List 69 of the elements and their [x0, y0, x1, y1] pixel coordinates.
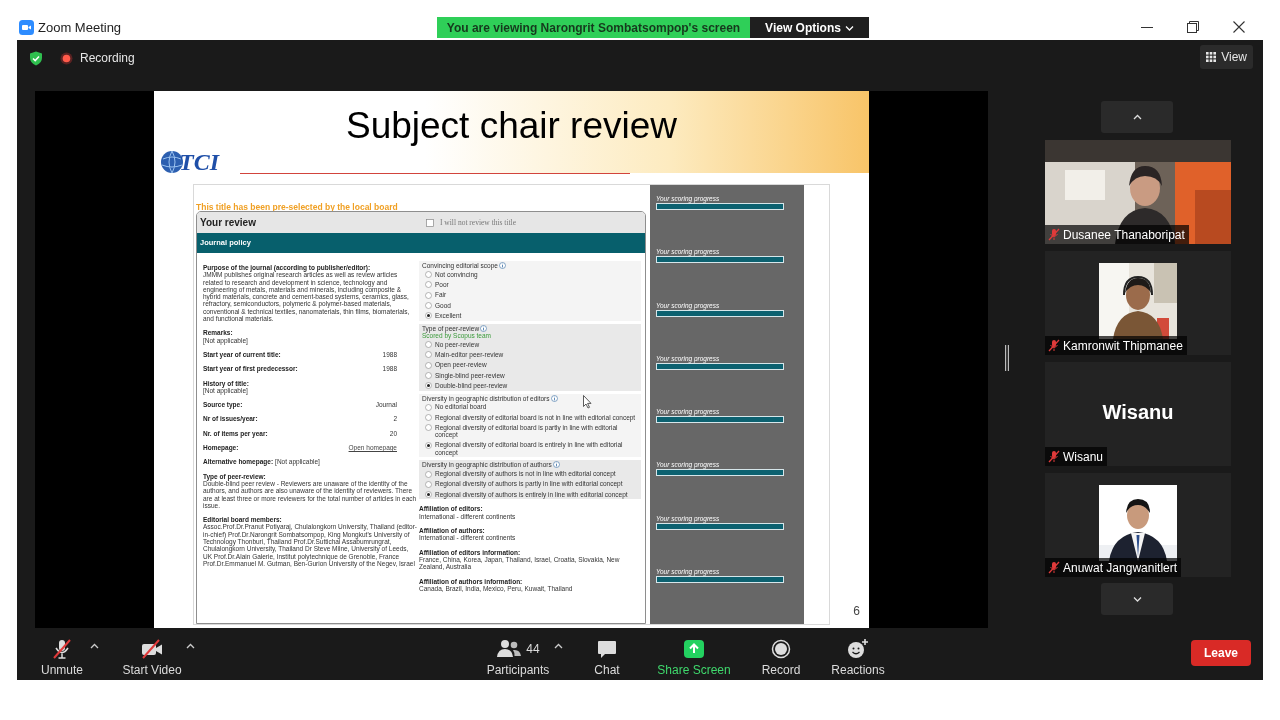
radio-button[interactable] — [425, 281, 432, 289]
review-heading: Your review — [199, 216, 257, 230]
record-button[interactable]: Record — [753, 631, 809, 677]
radio-button[interactable] — [425, 403, 432, 411]
caret-icon — [844, 24, 854, 31]
participant-name: Kamronwit Thipmanee — [1063, 337, 1183, 355]
recording-icon — [60, 52, 73, 65]
radio-button[interactable] — [425, 361, 432, 369]
radio-button[interactable] — [425, 491, 432, 499]
preselected-note: This title has been pre-selected by the local board — [196, 202, 398, 212]
minimize-icon[interactable] — [1141, 27, 1153, 29]
radio-button[interactable] — [425, 414, 432, 422]
microphone-button[interactable]: Unmute — [35, 631, 89, 677]
radio-button[interactable] — [425, 291, 432, 299]
share-banner: You are viewing Narongrit Sombatsompop's screen — [437, 17, 750, 38]
slide-title: Subject chair review — [345, 105, 678, 147]
logo-text: TCI — [179, 149, 219, 175]
window-title: Zoom Meeting — [38, 20, 122, 35]
radio-button[interactable] — [425, 302, 432, 310]
caret-icon — [1132, 114, 1142, 120]
camera-off-icon — [140, 638, 164, 660]
chat-icon — [596, 638, 618, 660]
recording-label: Recording — [80, 51, 135, 66]
menu-caret-button[interactable] — [553, 641, 563, 651]
leave-button[interactable]: Leave — [1191, 640, 1251, 666]
people-icon — [496, 638, 523, 660]
participant-name: Dusanee Thanaboripat — [1063, 226, 1185, 244]
microphone-muted-icon — [51, 638, 73, 660]
resize-handle[interactable] — [1005, 345, 1009, 371]
share-screen-icon — [683, 638, 705, 660]
view-button[interactable]: View — [1200, 45, 1253, 69]
shield-icon[interactable] — [29, 51, 43, 66]
chat-button[interactable]: Chat — [582, 631, 632, 677]
info-icon[interactable] — [498, 262, 506, 270]
radio-button[interactable] — [425, 271, 432, 279]
participant-name: Anuwat Jangwanitlert — [1063, 559, 1178, 577]
participants-button[interactable]: 44 Participants — [483, 631, 553, 677]
video-button[interactable]: Start Video — [119, 631, 185, 677]
radio-button[interactable] — [425, 372, 432, 380]
radio-button[interactable] — [425, 480, 432, 488]
info-icon[interactable] — [552, 461, 560, 469]
view-options-button[interactable]: View Options — [750, 17, 869, 38]
radio-button[interactable] — [425, 312, 432, 320]
menu-caret-button[interactable] — [89, 641, 99, 651]
grid-icon — [1206, 52, 1217, 62]
info-icon[interactable] — [480, 324, 488, 332]
checkbox[interactable] — [426, 218, 434, 227]
participant-name: Wisanu — [1063, 448, 1103, 466]
participant-display-name: Wisanu — [1102, 400, 1174, 425]
record-icon — [770, 638, 792, 660]
radio-button[interactable] — [425, 424, 432, 432]
radio-button[interactable] — [425, 351, 432, 359]
reactions-button[interactable]: Reactions — [826, 631, 890, 677]
radio-button[interactable] — [425, 470, 432, 478]
restore-icon[interactable] — [1187, 21, 1199, 33]
menu-caret-button[interactable] — [185, 641, 195, 651]
camera-logo-icon — [19, 20, 34, 35]
caret-icon — [553, 643, 563, 649]
close-icon[interactable] — [1233, 21, 1245, 33]
share-screen-button[interactable]: Share Screen — [654, 631, 734, 677]
caret-icon — [1132, 596, 1142, 602]
smiley-icon — [846, 638, 870, 660]
radio-button[interactable] — [425, 341, 432, 349]
caret-icon — [185, 643, 195, 649]
page-number: 6 — [853, 604, 860, 618]
info-icon[interactable] — [550, 394, 558, 402]
radio-button[interactable] — [425, 441, 432, 449]
radio-button[interactable] — [425, 382, 432, 390]
caret-icon — [89, 643, 99, 649]
